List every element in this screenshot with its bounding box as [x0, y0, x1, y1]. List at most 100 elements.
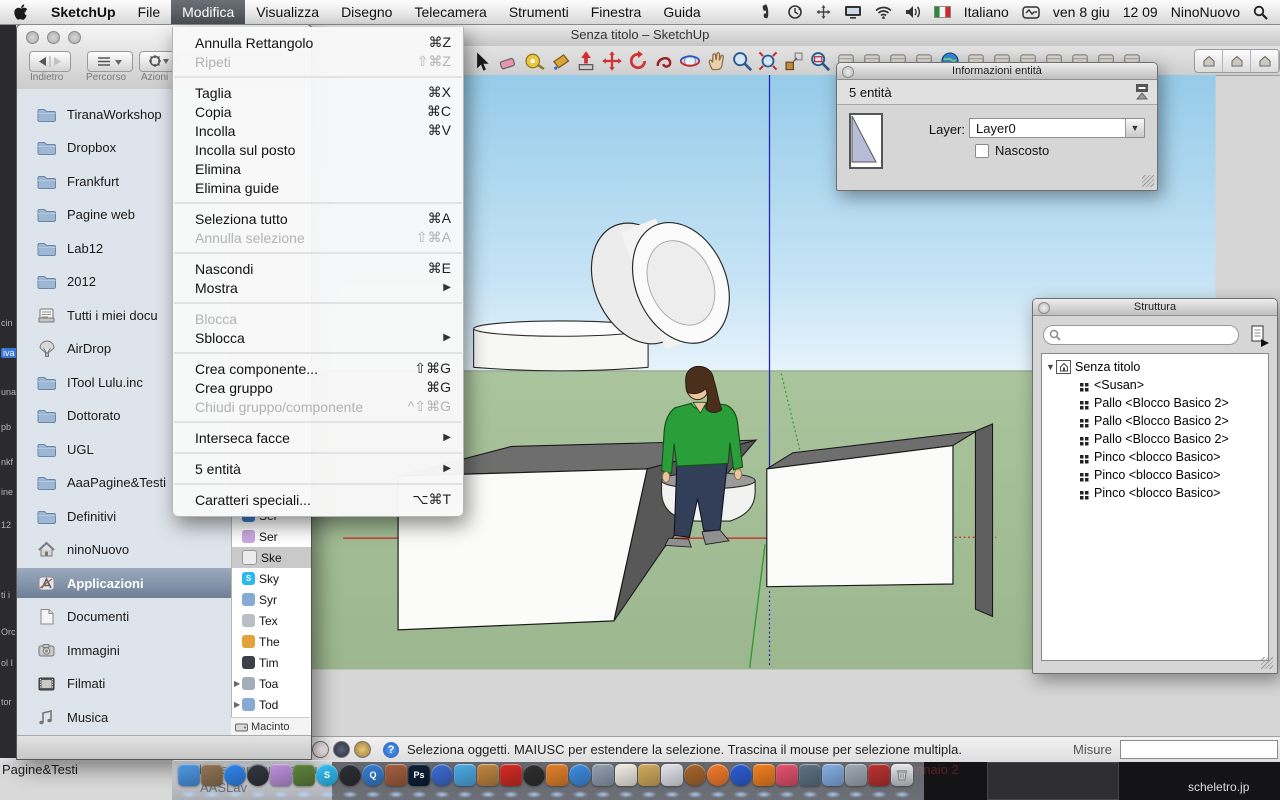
sidebar-item-documenti[interactable]: Documenti	[17, 602, 231, 632]
file-row-tim[interactable]: Tim	[232, 652, 311, 673]
file-row-toa[interactable]: ▶Toa	[232, 673, 311, 694]
dock-app-rocket[interactable]	[385, 764, 407, 786]
dock-app-app-gray[interactable]	[799, 764, 821, 786]
menu-item-crea-componente[interactable]: Crea componente...⇧⌘G	[173, 359, 463, 378]
dock-app-quicktime[interactable]: Q	[362, 764, 384, 786]
view-toggle-group[interactable]	[1194, 49, 1280, 73]
outliner-item-pallo-blocco-basico-2[interactable]: Pallo <Blocco Basico 2>	[1042, 412, 1268, 430]
volume-icon[interactable]	[905, 5, 921, 19]
menu-item-nascondi[interactable]: Nascondi⌘E	[173, 259, 463, 278]
geo-status-icon[interactable]	[312, 741, 329, 758]
outliner-item-susan[interactable]: <Susan>	[1042, 376, 1268, 394]
wifi-icon[interactable]	[875, 6, 892, 19]
dock-app-badge-folder[interactable]	[868, 764, 890, 786]
tool-select-button[interactable]	[470, 49, 494, 73]
menu-item-elimina[interactable]: Elimina	[173, 159, 463, 178]
dock-app-itunes[interactable]	[431, 764, 453, 786]
outliner-item-pallo-blocco-basico-2[interactable]: Pallo <Blocco Basico 2>	[1042, 430, 1268, 448]
panel-close-icon[interactable]	[842, 66, 854, 78]
file-row-ske[interactable]: Ske	[232, 547, 311, 568]
dock-app-addressbook[interactable]	[201, 764, 223, 786]
file-row-syr[interactable]: Syr	[232, 589, 311, 610]
dock-app-elements[interactable]	[546, 764, 568, 786]
resize-handle[interactable]	[1261, 657, 1273, 669]
dock-app-photoshop[interactable]: Ps	[408, 764, 430, 786]
menubar-item-telecamera[interactable]: Telecamera	[403, 0, 497, 24]
menu-item-annulla-rettangolo[interactable]: Annulla Rettangolo⌘Z	[173, 33, 463, 52]
tool-follow-me-button[interactable]	[652, 49, 676, 73]
chevron-down-icon[interactable]: ▼	[1125, 119, 1144, 137]
dock-app-photo-booth[interactable]	[293, 764, 315, 786]
dock-app-lion[interactable]	[684, 764, 706, 786]
file-row-ser[interactable]: Ser	[232, 526, 311, 547]
help-icon[interactable]: ?	[383, 742, 399, 758]
display-icon[interactable]	[844, 5, 862, 19]
outliner-item-senza-titolo[interactable]: ▼Senza titolo	[1042, 358, 1268, 376]
dock-app-textedit[interactable]	[615, 764, 637, 786]
hidden-checkbox[interactable]	[975, 144, 989, 158]
menu-item-taglia[interactable]: Taglia⌘X	[173, 83, 463, 102]
call-icon[interactable]	[758, 4, 774, 20]
minimize-button[interactable]	[47, 31, 60, 44]
menubar-item-modifica[interactable]: Modifica	[171, 0, 245, 24]
menubar-item-disegno[interactable]: Disegno	[330, 0, 403, 24]
outliner-item-pinco-blocco-basico[interactable]: Pinco <blocco Basico>	[1042, 448, 1268, 466]
sidebar-item-filmati[interactable]: Filmati	[17, 669, 231, 699]
dock-app-skype[interactable]: S	[316, 764, 338, 786]
dock-app-dictionary[interactable]	[638, 764, 660, 786]
tool-rotate-button[interactable]	[626, 49, 650, 73]
tool-push-pull-button[interactable]	[574, 49, 598, 73]
menubar-item-file[interactable]: File	[127, 0, 172, 24]
tool-paint-bucket-button[interactable]	[548, 49, 572, 73]
tool-scale-button[interactable]	[782, 49, 806, 73]
tool-zoom-button[interactable]	[730, 49, 754, 73]
dock-app-vlc[interactable]	[753, 764, 775, 786]
sidebar-item-ninonuovo[interactable]: ninoNuovo	[17, 535, 231, 565]
tool-zoom-window-button[interactable]	[808, 49, 832, 73]
tool-eraser-button[interactable]	[496, 49, 520, 73]
sidebar-item-immagini[interactable]: Immagini	[17, 635, 231, 665]
back-forward-buttons[interactable]	[29, 51, 71, 72]
menu-item-caratteri-speciali[interactable]: Caratteri speciali...⌥⌘T	[173, 490, 463, 509]
file-row-tex[interactable]: Tex	[232, 610, 311, 631]
dock-app-aperture[interactable]	[523, 764, 545, 786]
sync-icon[interactable]	[787, 4, 803, 20]
menu-item-incolla-sul-posto[interactable]: Incolla sul posto	[173, 140, 463, 159]
menubar-item-visualizza[interactable]: Visualizza	[245, 0, 330, 24]
outliner-item-pinco-blocco-basico[interactable]: Pinco <blocco Basico>	[1042, 484, 1268, 502]
menu-item-crea-gruppo[interactable]: Crea gruppo⌘G	[173, 378, 463, 397]
dock-app-safari[interactable]	[569, 764, 591, 786]
sidebar-item-musica[interactable]: Musica	[17, 702, 231, 732]
menubar-item-strumenti[interactable]: Strumenti	[498, 0, 580, 24]
claim-status-icon[interactable]	[354, 741, 371, 758]
menu-item-interseca-facce[interactable]: Interseca facce▶	[173, 428, 463, 447]
tool-move-button[interactable]	[600, 49, 624, 73]
disclosure-triangle-icon[interactable]: ▶	[234, 679, 242, 688]
dock-app-preview[interactable]	[592, 764, 614, 786]
menu-item-elimina-guide[interactable]: Elimina guide	[173, 178, 463, 197]
dock-app-firefox[interactable]	[707, 764, 729, 786]
dock-app-appstore[interactable]	[224, 764, 246, 786]
tool-zoom-extents-button[interactable]	[756, 49, 780, 73]
dock-trash-icon[interactable]	[891, 764, 913, 786]
flag-italy-icon[interactable]	[934, 6, 951, 18]
menubar-item-guida[interactable]: Guida	[652, 0, 711, 24]
tool-pan-button[interactable]	[704, 49, 728, 73]
file-row-sky[interactable]: SSky	[232, 568, 311, 589]
apple-menu-icon[interactable]	[0, 0, 40, 24]
outliner-search-input[interactable]	[1043, 325, 1239, 345]
house-side-icon[interactable]	[1223, 50, 1251, 72]
tool-tape-measure-button[interactable]	[522, 49, 546, 73]
menubar-item-sketchup[interactable]: SketchUp	[40, 0, 127, 24]
outliner-item-pinco-blocco-basico[interactable]: Pinco <blocco Basico>	[1042, 466, 1268, 484]
dock-app-photos[interactable]	[270, 764, 292, 786]
dock-app-itunes-classic[interactable]	[339, 764, 361, 786]
collapse-widget-icon[interactable]	[1135, 83, 1149, 105]
dock-app-folder-blue[interactable]	[822, 764, 844, 786]
close-button[interactable]	[26, 31, 39, 44]
zoom-button[interactable]	[68, 31, 81, 44]
dock-app-pencil-app[interactable]	[776, 764, 798, 786]
outliner-item-pallo-blocco-basico-2[interactable]: Pallo <Blocco Basico 2>	[1042, 394, 1268, 412]
disclosure-triangle-icon[interactable]: ▶	[234, 700, 242, 709]
menubar-item-finestra[interactable]: Finestra	[580, 0, 653, 24]
